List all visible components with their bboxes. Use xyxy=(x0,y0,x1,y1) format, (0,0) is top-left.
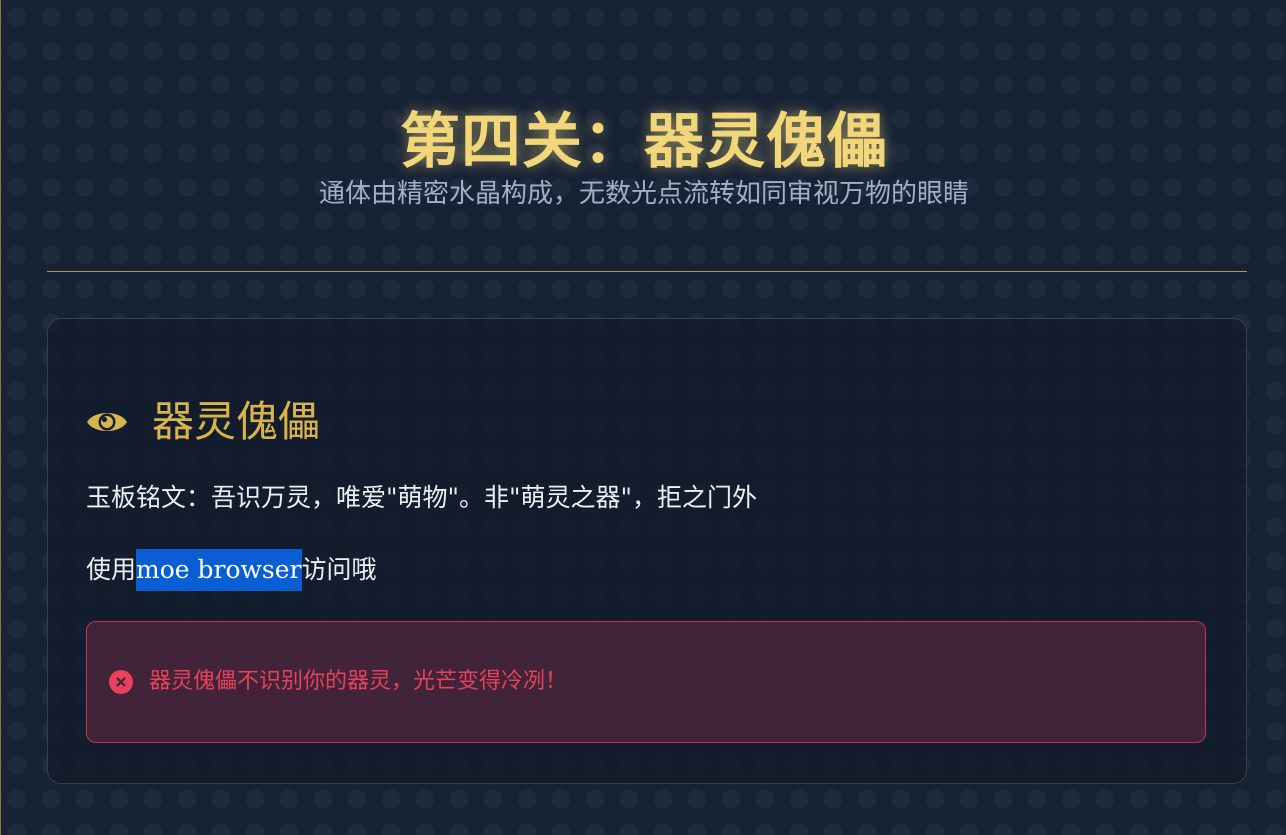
error-alert: 器灵傀儡不识别你的器灵，光芒变得冷冽！ xyxy=(86,621,1206,743)
hint-suffix: 访问哦 xyxy=(301,555,377,584)
header-divider xyxy=(47,271,1247,272)
puppet-card: 器灵傀儡 玉板铭文：吾识万灵，唯爱"萌物"。非"萌灵之器"，拒之门外 使用moe… xyxy=(47,318,1247,784)
eye-icon xyxy=(86,407,128,437)
card-title: 器灵傀儡 xyxy=(152,397,321,446)
error-message: 器灵傀儡不识别你的器灵，光芒变得冷冽！ xyxy=(149,669,568,694)
hint-prefix: 使用 xyxy=(86,555,137,584)
hint-highlight-selected-text[interactable]: moe browser xyxy=(136,549,302,591)
page-subtitle: 通体由精密水晶构成，无数光点流转如同审视万物的眼睛 xyxy=(318,179,969,209)
card-heading: 器灵傀儡 xyxy=(86,397,320,447)
browser-hint: 使用moe browser访问哦 xyxy=(86,549,377,591)
inscription-text: 玉板铭文：吾识万灵，唯爱"萌物"。非"萌灵之器"，拒之门外 xyxy=(86,483,757,512)
page-title: 第四关：器灵傀儡 xyxy=(400,107,888,178)
error-x-circle-icon xyxy=(109,670,133,694)
